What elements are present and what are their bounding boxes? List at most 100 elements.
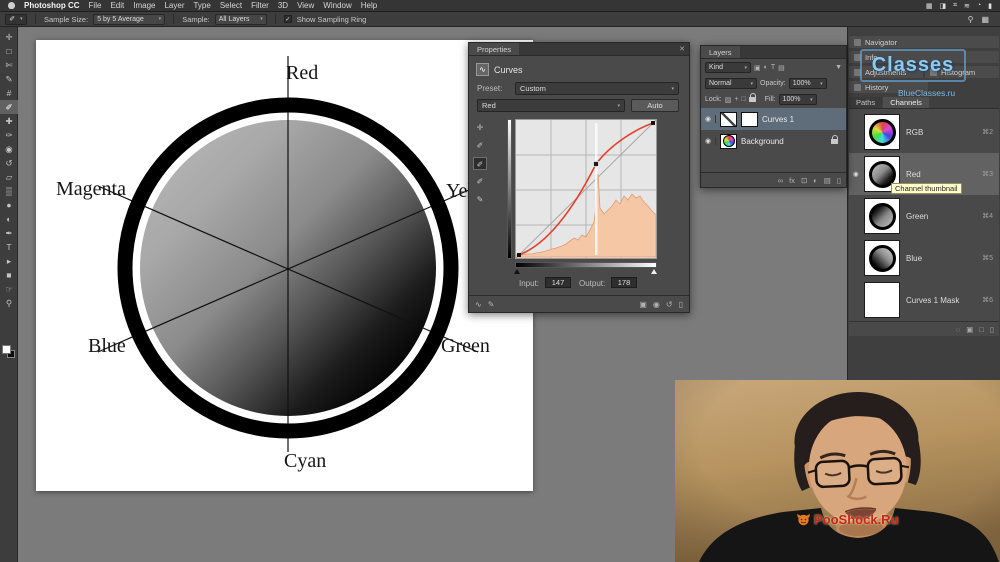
curve-selected-point[interactable]: [594, 162, 599, 167]
menu-type[interactable]: Type: [193, 1, 210, 10]
menu-3d[interactable]: 3D: [278, 1, 288, 10]
layer-mask-thumbnail[interactable]: [741, 112, 758, 127]
foreground-color-swatch[interactable]: [2, 345, 11, 354]
output-value-field[interactable]: 178: [611, 277, 637, 288]
channel-name[interactable]: Green: [906, 212, 982, 221]
clone-stamp-tool[interactable]: ◉: [0, 142, 18, 156]
status-contrast-icon[interactable]: ◨: [939, 2, 946, 10]
curves-graph[interactable]: [515, 119, 657, 259]
background-layer-thumbnail[interactable]: [720, 134, 737, 149]
eyedropper-tool[interactable]: ✐: [0, 100, 18, 114]
lock-image-icon[interactable]: □: [741, 96, 745, 103]
lock-position-icon[interactable]: +: [734, 96, 738, 103]
document-canvas[interactable]: Red Magenta Yellow Blue Green Cyan: [36, 40, 533, 491]
sample-dropdown[interactable]: All Layers ▾: [215, 14, 267, 25]
layer-name[interactable]: Curves 1: [762, 115, 794, 124]
history-brush-tool[interactable]: ↺: [0, 156, 18, 170]
new-adjustment-icon[interactable]: ◐: [813, 176, 818, 185]
auto-button[interactable]: Auto: [631, 99, 679, 112]
shadow-slider[interactable]: [514, 269, 520, 274]
zoom-tool[interactable]: ⚲: [0, 296, 18, 310]
menu-window[interactable]: Window: [323, 1, 351, 10]
layer-name[interactable]: Background: [741, 137, 784, 146]
clip-to-layer-icon[interactable]: ▣: [639, 300, 647, 309]
status-battery-icon[interactable]: ▮: [988, 2, 992, 10]
app-menu[interactable]: Photoshop CC: [24, 1, 80, 10]
channel-name[interactable]: Red: [906, 170, 982, 179]
workspace-icon[interactable]: ▦: [981, 15, 989, 24]
panel-tab-navigator[interactable]: Navigator: [849, 36, 999, 48]
load-selection-icon[interactable]: ◌: [956, 325, 960, 334]
rgb-channel-thumbnail[interactable]: [864, 114, 900, 150]
filter-kind-dropdown[interactable]: Kind ▾: [705, 62, 751, 73]
menu-file[interactable]: File: [89, 1, 102, 10]
input-value-field[interactable]: 147: [545, 277, 571, 288]
layer-row-background[interactable]: ◉ Background: [701, 130, 846, 152]
menu-image[interactable]: Image: [133, 1, 155, 10]
blend-mode-dropdown[interactable]: Normal ▾: [705, 78, 757, 89]
tab-channels[interactable]: Channels: [883, 97, 929, 108]
mask-channel-thumbnail[interactable]: [864, 282, 900, 318]
visibility-eye-icon[interactable]: ◉: [853, 170, 864, 178]
healing-brush-tool[interactable]: ✚: [0, 114, 18, 128]
menu-help[interactable]: Help: [361, 1, 377, 10]
link-layers-icon[interactable]: ∞: [778, 176, 783, 185]
close-icon[interactable]: ✕: [679, 45, 685, 53]
menu-layer[interactable]: Layer: [164, 1, 184, 10]
visibility-eye-icon[interactable]: ◉: [701, 115, 716, 123]
opacity-dropdown[interactable]: 100% ▾: [789, 78, 827, 89]
pen-tool[interactable]: ✒: [0, 226, 18, 240]
crop-tool[interactable]: #: [0, 86, 18, 100]
blue-channel-thumbnail[interactable]: [864, 240, 900, 276]
channel-row-blue[interactable]: Blue ⌘5: [849, 237, 999, 279]
status-grid-icon[interactable]: ▦: [926, 2, 933, 10]
white-point-eyedropper-icon[interactable]: ✐: [473, 175, 487, 188]
fill-dropdown[interactable]: 100% ▾: [779, 94, 817, 105]
delete-layer-icon[interactable]: ▯: [837, 176, 841, 185]
new-group-icon[interactable]: ▤: [824, 176, 831, 185]
gray-point-eyedropper-icon[interactable]: ✐: [473, 157, 487, 170]
channel-row-rgb[interactable]: RGB ⌘2: [849, 111, 999, 153]
menu-view[interactable]: View: [297, 1, 314, 10]
status-clock-icon[interactable]: ◔: [977, 2, 981, 10]
black-point-eyedropper-icon[interactable]: ✐: [473, 139, 487, 152]
channel-name[interactable]: Curves 1 Mask: [906, 296, 982, 305]
targeted-adjustment-icon[interactable]: ✛: [473, 121, 487, 134]
green-channel-thumbnail[interactable]: [864, 198, 900, 234]
gradient-tool[interactable]: ▒: [0, 184, 18, 198]
layer-style-icon[interactable]: fx: [789, 176, 795, 185]
lasso-tool[interactable]: ✄: [0, 58, 18, 72]
filter-type-icon[interactable]: T: [771, 64, 775, 71]
new-channel-icon[interactable]: □: [979, 325, 984, 334]
add-mask-icon[interactable]: ⊡: [801, 176, 807, 185]
type-tool[interactable]: T: [0, 240, 18, 254]
preset-dropdown[interactable]: Custom ▾: [515, 82, 679, 95]
active-tool-preview[interactable]: ✐ ▾: [5, 14, 27, 25]
channel-row-curves-mask[interactable]: Curves 1 Mask ⌘6: [849, 279, 999, 321]
status-keyboard-icon[interactable]: ⌗: [953, 2, 957, 10]
curve-shadow-point[interactable]: [517, 253, 521, 257]
color-swatches[interactable]: [2, 345, 17, 360]
dodge-tool[interactable]: ◐: [0, 212, 18, 226]
filter-pixel-icon[interactable]: ▣: [754, 64, 761, 72]
visibility-eye-icon[interactable]: ◉: [701, 137, 716, 145]
channel-name[interactable]: Blue: [906, 254, 982, 263]
visibility-icon[interactable]: ◉: [653, 300, 660, 309]
tab-layers[interactable]: Layers: [701, 46, 740, 58]
path-selection-tool[interactable]: ▸: [0, 254, 18, 268]
smooth-curve-icon[interactable]: ∿: [475, 300, 482, 309]
menu-filter[interactable]: Filter: [251, 1, 269, 10]
filter-adjustment-icon[interactable]: ◐: [764, 64, 768, 71]
show-sampling-ring-checkbox[interactable]: ✓: [284, 15, 292, 23]
save-selection-icon[interactable]: ▣: [966, 325, 973, 334]
curve-highlight-point[interactable]: [651, 121, 655, 125]
menu-select[interactable]: Select: [220, 1, 242, 10]
channel-name[interactable]: RGB: [906, 128, 982, 137]
lock-transparency-icon[interactable]: ▨: [725, 96, 732, 104]
filter-shape-icon[interactable]: ▤: [778, 64, 785, 72]
shape-tool[interactable]: ■: [0, 268, 18, 282]
apple-menu-icon[interactable]: [8, 2, 15, 9]
filter-toggle-icon[interactable]: ▼: [835, 64, 842, 71]
channel-row-green[interactable]: Green ⌘4: [849, 195, 999, 237]
lock-all-icon[interactable]: [749, 97, 756, 102]
